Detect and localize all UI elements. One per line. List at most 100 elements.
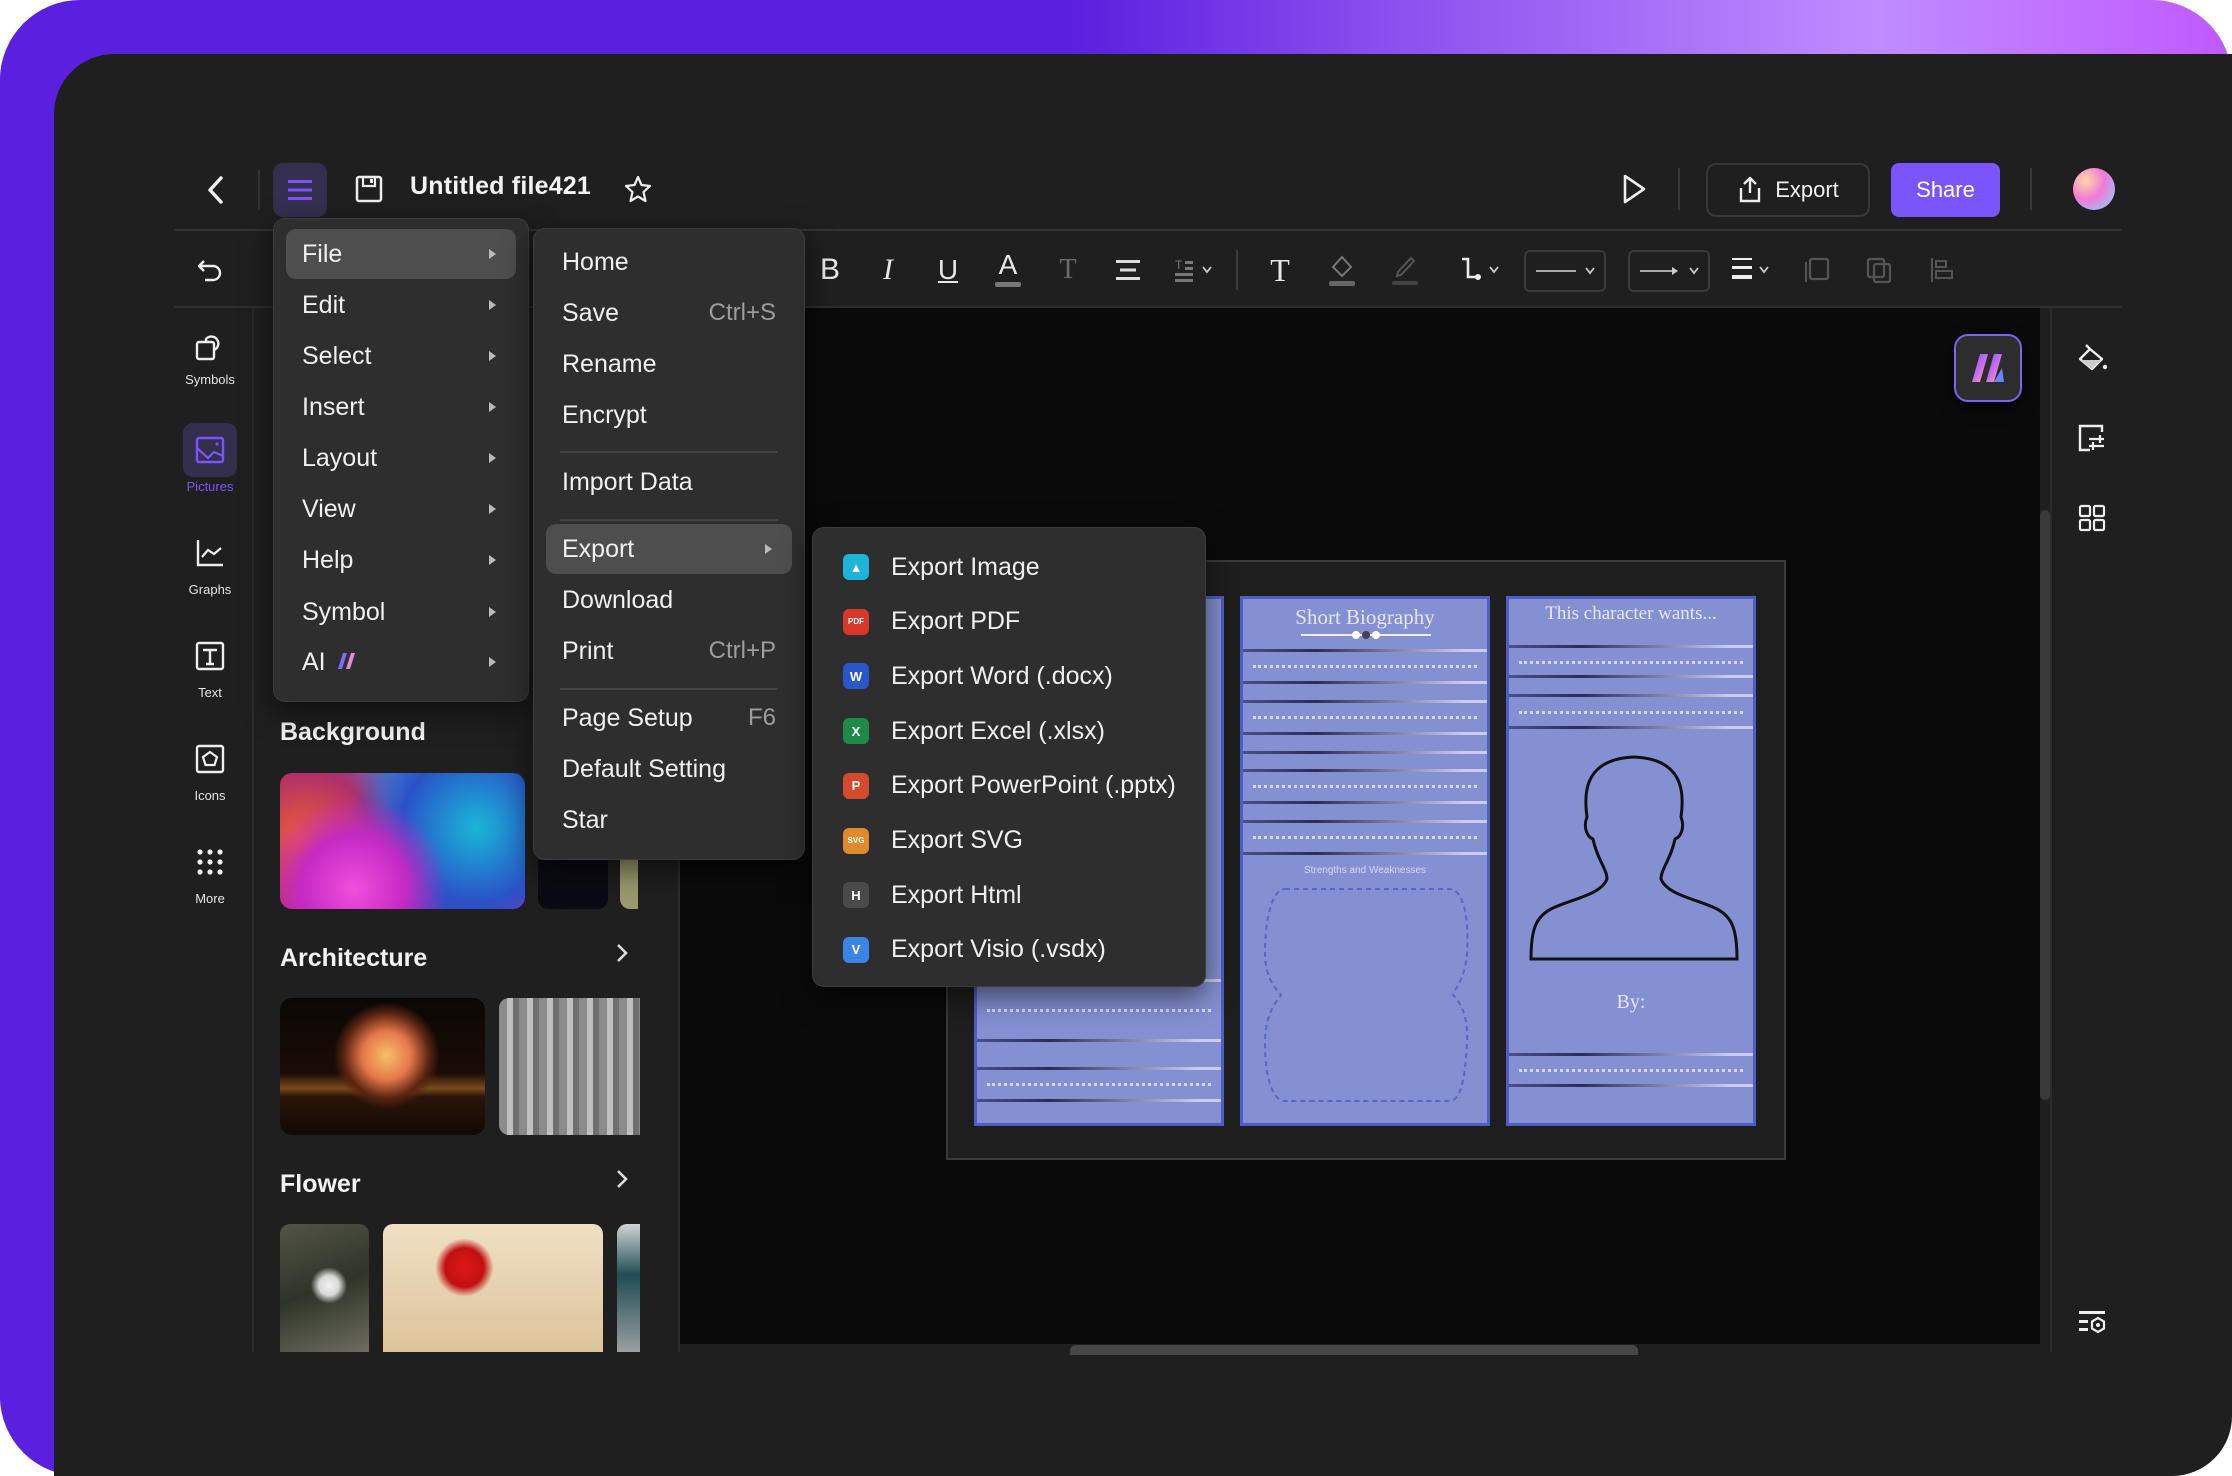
line-spacing-icon: T [1175,258,1212,282]
thumbnail-city-buildings[interactable] [499,998,640,1135]
text-tool-button[interactable]: T [1262,250,1298,290]
document-title[interactable]: Untitled file421 [410,172,591,201]
file-menu-item-default-setting[interactable]: Default Setting [546,744,792,794]
line-color-button[interactable] [1388,248,1422,292]
arrow-style-dropdown[interactable] [1628,250,1710,292]
user-avatar[interactable] [2073,168,2115,210]
file-menu-item-export[interactable]: Export [546,524,792,574]
doc-rule-line [1243,801,1487,804]
file-menu-item-encrypt[interactable]: Encrypt [546,390,792,440]
align-button[interactable] [1112,252,1144,288]
back-button[interactable] [196,170,236,210]
grid-layout-button[interactable] [2072,498,2112,538]
connector-button[interactable] [1456,252,1508,288]
flower-more-button[interactable] [614,1166,630,1199]
fill-color-button[interactable] [1325,248,1359,292]
main-menu-item-ai[interactable]: AI [286,637,516,687]
underline-button[interactable]: U [933,250,963,290]
export-menu-item-svg[interactable]: SVG Export SVG [827,816,1193,866]
thumbnail-polygon-background[interactable] [280,773,525,909]
file-menu-item-print[interactable]: Print Ctrl+P [546,626,792,676]
main-menu-item-help[interactable]: Help [286,535,516,585]
main-menu-item-layout[interactable]: Layout [286,433,516,483]
send-back-button[interactable] [1862,252,1896,288]
main-menu: File Edit Select Insert Layout View Help Symbol… [273,218,529,702]
rail-icons[interactable]: Icons [174,732,246,803]
export-menu-item-powerpoint[interactable]: P Export PowerPoint (.pptx) [827,761,1193,811]
doc-panel-character-wants[interactable]: This character wants... By: [1506,596,1756,1126]
bold-button[interactable]: B [815,250,845,290]
menu-item-label: AI [302,647,326,676]
settings-list-button[interactable] [2072,1302,2112,1342]
doc-panel-short-biography[interactable]: Short Biography Strengths and Weaknesses [1240,596,1490,1126]
menu-item-label: Encrypt [562,400,647,429]
thumbnail-dark-background[interactable] [538,860,608,909]
thumbnail-partial-flower[interactable] [617,1224,640,1352]
rail-label: Pictures [186,479,234,494]
menu-item-label: Export Image [891,552,1040,581]
line-style-dropdown[interactable] [1524,250,1606,292]
main-menu-item-symbol[interactable]: Symbol [286,587,516,637]
rail-pictures[interactable]: Pictures [174,423,246,494]
star-favorite-button[interactable] [619,170,657,208]
undo-button[interactable] [192,252,228,288]
thumbnail-night-architecture[interactable] [280,998,485,1135]
share-button[interactable]: Share [1891,163,2000,217]
export-menu-item-excel[interactable]: X Export Excel (.xlsx) [827,706,1193,756]
text-style-button[interactable]: T [1053,250,1083,290]
main-menu-item-insert[interactable]: Insert [286,382,516,432]
save-file-button[interactable] [350,168,388,210]
thumbnail-red-poppy[interactable] [383,1224,603,1352]
export-menu-item-html[interactable]: H Export Html [827,870,1193,920]
export-menu-item-word[interactable]: W Export Word (.docx) [827,651,1193,701]
export-button[interactable]: Export [1706,163,1870,217]
main-menu-item-select[interactable]: Select [286,331,516,381]
horizontal-scrollbar[interactable] [1070,1345,1638,1355]
thumbnail-partial-background[interactable] [620,860,638,909]
export-menu-item-image[interactable]: ▲ Export Image [827,542,1193,592]
main-menu-item-edit[interactable]: Edit [286,280,516,330]
line-spacing-button[interactable]: T [1170,252,1220,288]
page-format-button[interactable] [2072,418,2112,458]
file-menu-item-save[interactable]: Save Ctrl+S [546,288,792,338]
strengths-weaknesses-frame [1263,888,1469,1102]
main-menu-item-view[interactable]: View [286,484,516,534]
menu-item-label: Default Setting [562,754,726,783]
menu-item-label: Export PowerPoint (.pptx) [891,771,1176,800]
file-menu-item-page-setup[interactable]: Page Setup F6 [546,693,792,743]
visio-icon: V [843,936,869,963]
doc-rule-line [1509,694,1753,697]
italic-button[interactable]: I [873,250,903,290]
arrow-style-icon [1640,267,1699,275]
rail-graphs[interactable]: Graphs [174,526,246,597]
present-play-button[interactable] [1615,168,1653,210]
rail-text[interactable]: Text [174,629,246,700]
menu-item-label: Export SVG [891,826,1023,854]
export-menu-item-pdf[interactable]: PDF Export PDF [827,597,1193,647]
file-menu-item-rename[interactable]: Rename [546,339,792,389]
export-menu-item-visio[interactable]: V Export Visio (.vsdx) [827,925,1193,975]
vertical-scrollbar[interactable] [2040,510,2050,1100]
menu-item-label: Export Word (.docx) [891,661,1113,690]
font-color-button[interactable]: A [993,248,1023,290]
architecture-more-button[interactable] [614,940,630,973]
bring-front-button[interactable] [1800,252,1834,288]
main-menu-item-file[interactable]: File [286,229,516,279]
submenu-arrow-icon [765,544,772,554]
section-title-flower: Flower [280,1170,361,1198]
rail-symbols[interactable]: Symbols [174,320,246,387]
menu-item-label: View [302,494,356,523]
line-weight-button[interactable] [1728,252,1780,288]
ai-assistant-button[interactable] [1954,334,2022,402]
main-menu-button[interactable] [273,163,327,217]
align-objects-button[interactable] [1926,252,1960,288]
file-menu-item-import-data[interactable]: Import Data [546,457,792,507]
menu-item-label: Save [562,298,619,327]
rail-more[interactable]: More [174,835,246,906]
style-fill-button[interactable] [2072,338,2112,378]
file-menu-item-download[interactable]: Download [546,575,792,625]
powerpoint-icon: P [843,772,869,799]
file-menu-item-home[interactable]: Home [546,237,792,287]
file-menu-item-star[interactable]: Star [546,795,792,845]
thumbnail-snowdrop-flower[interactable] [280,1224,369,1352]
